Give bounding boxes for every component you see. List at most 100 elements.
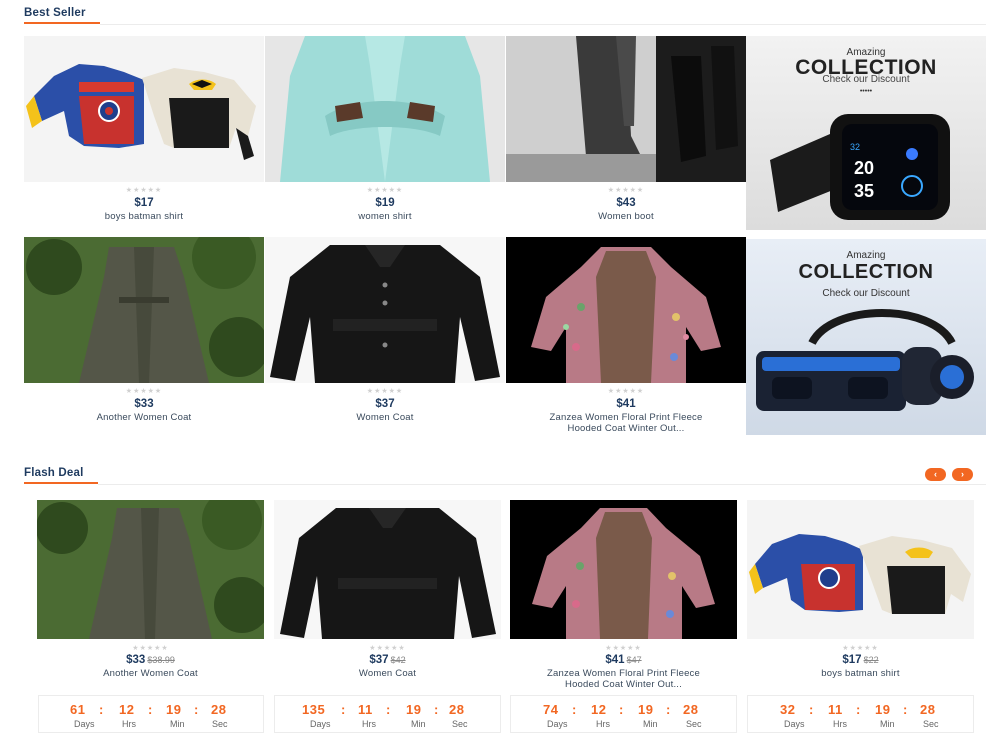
product-price: $17 <box>134 197 154 209</box>
banner-subtitle: Check our Discount <box>822 288 910 299</box>
timer-minutes: 19 <box>406 702 422 717</box>
countdown-timer: 74 : 12 : 19 : 28 Days Hrs Min Sec <box>510 695 737 733</box>
best-seller-underline <box>24 22 100 24</box>
rating-stars: ★★★★★ <box>132 645 169 652</box>
timer-hours: 11 <box>358 702 373 717</box>
product-name[interactable]: Zanzea Women Floral Print Fleece Hooded … <box>510 668 737 693</box>
timer-colon: : <box>341 702 346 717</box>
product-name[interactable]: Women Coat <box>265 412 505 423</box>
flash-deal-title: Flash Deal <box>24 467 84 479</box>
timer-minutes-label: Min <box>411 719 426 729</box>
rating-stars: ★★★★★ <box>125 187 163 194</box>
timer-minutes-label: Min <box>880 719 895 729</box>
product-image[interactable] <box>506 237 746 383</box>
timer-minutes-label: Min <box>643 719 658 729</box>
product-name[interactable]: Another Women Coat <box>37 668 264 679</box>
product-price: $17 $22 <box>842 654 879 666</box>
timer-hours-label: Hrs <box>833 719 847 729</box>
product-price: $37 <box>375 398 395 410</box>
timer-colon: : <box>856 702 861 717</box>
product-card[interactable]: ★★★★★ $17 boys batman shirt <box>24 36 264 226</box>
vr-headset-icon <box>756 309 974 411</box>
timer-colon: : <box>99 702 104 717</box>
timer-colon: : <box>386 702 391 717</box>
promo-banner-vr[interactable]: Amazing COLLECTION Check our Discount <box>746 239 986 435</box>
flash-deal-card[interactable]: ★★★★★ $37 $42 Women Coat 135 : 11 : 19 : … <box>274 500 501 738</box>
product-card[interactable]: ★★★★★ $19 women shirt <box>265 36 505 226</box>
product-image[interactable] <box>265 237 505 383</box>
timer-hours-label: Hrs <box>596 719 610 729</box>
product-price: $41 $47 <box>605 654 642 666</box>
old-price: $22 <box>863 655 879 665</box>
countdown-timer: 135 : 11 : 19 : 28 Days Hrs Min Sec <box>274 695 501 733</box>
prev-arrow-button[interactable]: ‹ <box>925 468 946 481</box>
product-name[interactable]: Women Coat <box>274 668 501 679</box>
product-image[interactable] <box>37 500 264 639</box>
svg-text:35: 35 <box>854 181 874 201</box>
timer-seconds-label: Sec <box>923 719 939 729</box>
flash-deal-card[interactable]: ★★★★★ $33 $38.99 Another Women Coat 61 : … <box>37 500 264 738</box>
product-card[interactable]: ★★★★★ $33 Another Women Coat <box>24 237 264 427</box>
countdown-timer: 61 : 12 : 19 : 28 Days Hrs Min Sec <box>38 695 264 733</box>
timer-seconds-label: Sec <box>212 719 228 729</box>
timer-days: 135 <box>302 702 326 717</box>
timer-days-label: Days <box>784 719 805 729</box>
next-arrow-button[interactable]: › <box>952 468 973 481</box>
rating-stars: ★★★★★ <box>366 187 404 194</box>
product-name[interactable]: Zanzea Women Floral Print Fleece Hooded … <box>506 412 746 439</box>
product-image[interactable] <box>265 36 505 182</box>
timer-colon: : <box>903 702 908 717</box>
old-price: $38.99 <box>147 655 175 665</box>
product-card[interactable]: ★★★★★ $43 Women boot <box>506 36 746 226</box>
timer-hours: 12 <box>119 702 135 717</box>
product-image[interactable] <box>24 237 264 383</box>
best-seller-title: Best Seller <box>24 7 86 19</box>
timer-seconds: 28 <box>683 702 699 717</box>
product-price: $41 <box>616 398 636 410</box>
product-name[interactable]: boys batman shirt <box>747 668 974 679</box>
product-name[interactable]: Women boot <box>506 211 746 222</box>
flash-deal-card[interactable]: ★★★★★ $41 $47 Zanzea Women Floral Print F… <box>510 500 737 738</box>
rating-stars: ★★★★★ <box>607 187 645 194</box>
rating-stars: ★★★★★ <box>369 645 406 652</box>
promo-banner-smartwatch[interactable]: Amazing COLLECTION Check our Discount ••… <box>746 36 986 230</box>
timer-colon: : <box>572 702 577 717</box>
flash-deal-underline <box>24 482 98 484</box>
timer-colon: : <box>619 702 624 717</box>
timer-seconds-label: Sec <box>686 719 702 729</box>
smartwatch-icon: 32 20 35 <box>770 114 950 220</box>
svg-text:20: 20 <box>854 158 874 178</box>
banner-headline: COLLECTION <box>798 261 934 283</box>
timer-hours: 11 <box>828 702 843 717</box>
timer-days-label: Days <box>310 719 331 729</box>
old-price: $47 <box>626 655 642 665</box>
timer-minutes-label: Min <box>170 719 185 729</box>
timer-colon: : <box>194 702 199 717</box>
timer-days: 61 <box>70 702 86 717</box>
product-name[interactable]: boys batman shirt <box>24 211 264 222</box>
timer-hours: 12 <box>591 702 607 717</box>
product-image[interactable] <box>274 500 501 639</box>
product-price: $43 <box>616 197 636 209</box>
timer-colon: : <box>809 702 814 717</box>
timer-seconds-label: Sec <box>452 719 468 729</box>
product-name[interactable]: women shirt <box>265 211 505 222</box>
timer-colon: : <box>148 702 153 717</box>
old-price: $42 <box>390 655 406 665</box>
product-card[interactable]: ★★★★★ $37 Women Coat <box>265 237 505 427</box>
product-card[interactable]: ★★★★★ $41 Zanzea Women Floral Print Flee… <box>506 237 746 441</box>
rating-stars: ★★★★★ <box>607 388 645 395</box>
flash-deal-card[interactable]: ★★★★★ $17 $22 boys batman shirt 32 : 11 :… <box>747 500 974 738</box>
banner-kicker: Amazing <box>846 250 886 261</box>
product-image[interactable] <box>24 36 264 182</box>
product-image[interactable] <box>506 36 746 182</box>
product-image[interactable] <box>510 500 737 639</box>
timer-days: 74 <box>543 702 559 717</box>
timer-minutes: 19 <box>875 702 891 717</box>
timer-minutes: 19 <box>166 702 182 717</box>
product-image[interactable] <box>747 500 974 639</box>
product-name[interactable]: Another Women Coat <box>24 412 264 423</box>
product-price: $37 $42 <box>369 654 406 666</box>
product-price: $19 <box>375 197 395 209</box>
timer-hours-label: Hrs <box>362 719 376 729</box>
